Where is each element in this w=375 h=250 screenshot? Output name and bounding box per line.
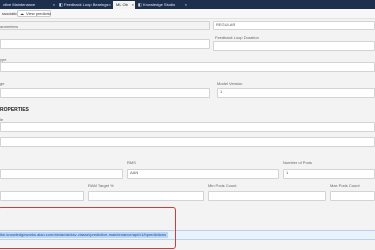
- close-icon[interactable]: ×: [53, 1, 55, 9]
- model-icon: ◧: [59, 2, 63, 7]
- type-field[interactable]: [0, 62, 375, 72]
- view-predictions-button[interactable]: ☁ View predictio: [17, 10, 51, 17]
- min-pods-field[interactable]: [208, 191, 326, 201]
- rms-value: AAN: [130, 170, 139, 175]
- tab-feedback-loop-bearings[interactable]: ◧ Feedback Loop Bearings ×: [57, 1, 112, 9]
- num-pods-value: 1: [286, 170, 289, 175]
- version-label: ge: [0, 81, 5, 86]
- max-pods-label: Max Pods Count: [330, 183, 360, 188]
- close-icon[interactable]: ×: [185, 1, 187, 9]
- tab-label: ML Ob: [116, 2, 128, 7]
- sub-toolbar: ssociations ☁ View predictio: [0, 9, 375, 19]
- model-version-value: 1: [220, 89, 223, 94]
- cpu-target-field[interactable]: [0, 191, 84, 201]
- cloud-icon: ☁: [20, 11, 24, 16]
- tab-label: ctive Maintenance: [3, 2, 36, 7]
- tab-label: Feedback Loop Bearings: [64, 2, 109, 7]
- regular-field[interactable]: REGULAR: [213, 21, 375, 30]
- image-field[interactable]: [0, 88, 210, 98]
- ram-target-label: RAM Target %: [88, 183, 114, 188]
- min-pods-label: Min Pods Count: [208, 183, 237, 188]
- close-icon[interactable]: ×: [132, 1, 134, 9]
- properties-form: arameters REGULAR Feedback Loop Duration…: [0, 19, 375, 250]
- close-icon[interactable]: ×: [109, 1, 111, 9]
- ram-target-field[interactable]: [88, 191, 204, 201]
- cpu-field[interactable]: [0, 169, 123, 179]
- max-pods-field[interactable]: [330, 191, 375, 201]
- tab-ml-ob[interactable]: ML Ob ×: [113, 1, 135, 9]
- properties-field-2[interactable]: [0, 137, 375, 147]
- num-pods-field[interactable]: 1: [283, 169, 375, 179]
- num-pods-label: Number of Pods: [283, 160, 312, 165]
- feedback-duration-label: Feedback Loop Duration: [215, 35, 259, 40]
- tab-bar: ctive Maintenance × ◧ Feedback Loop Bear…: [0, 0, 375, 9]
- highlight-box: [0, 207, 176, 249]
- feedback-duration-field[interactable]: [213, 41, 375, 51]
- properties-field-1[interactable]: [0, 122, 375, 132]
- tab-knowledge-studio[interactable]: ◧ Knowledge Studio ×: [136, 1, 188, 9]
- section-title: ROPERTIES: [0, 107, 29, 113]
- regular-value: REGULAR: [216, 22, 236, 27]
- parameter-field-2[interactable]: [0, 39, 210, 49]
- rms-field[interactable]: AAN: [127, 169, 279, 179]
- studio-icon: ◧: [138, 2, 142, 7]
- tab-predictive-maintenance[interactable]: ctive Maintenance ×: [0, 1, 56, 9]
- model-version-label: Model Version: [217, 81, 243, 86]
- model-version-field[interactable]: 1: [217, 88, 375, 98]
- rms-label: RMS: [127, 160, 136, 165]
- tab-label: Knowledge Studio: [143, 2, 176, 7]
- view-predictions-label: View predictio: [26, 11, 51, 16]
- parameters-field[interactable]: [0, 21, 210, 30]
